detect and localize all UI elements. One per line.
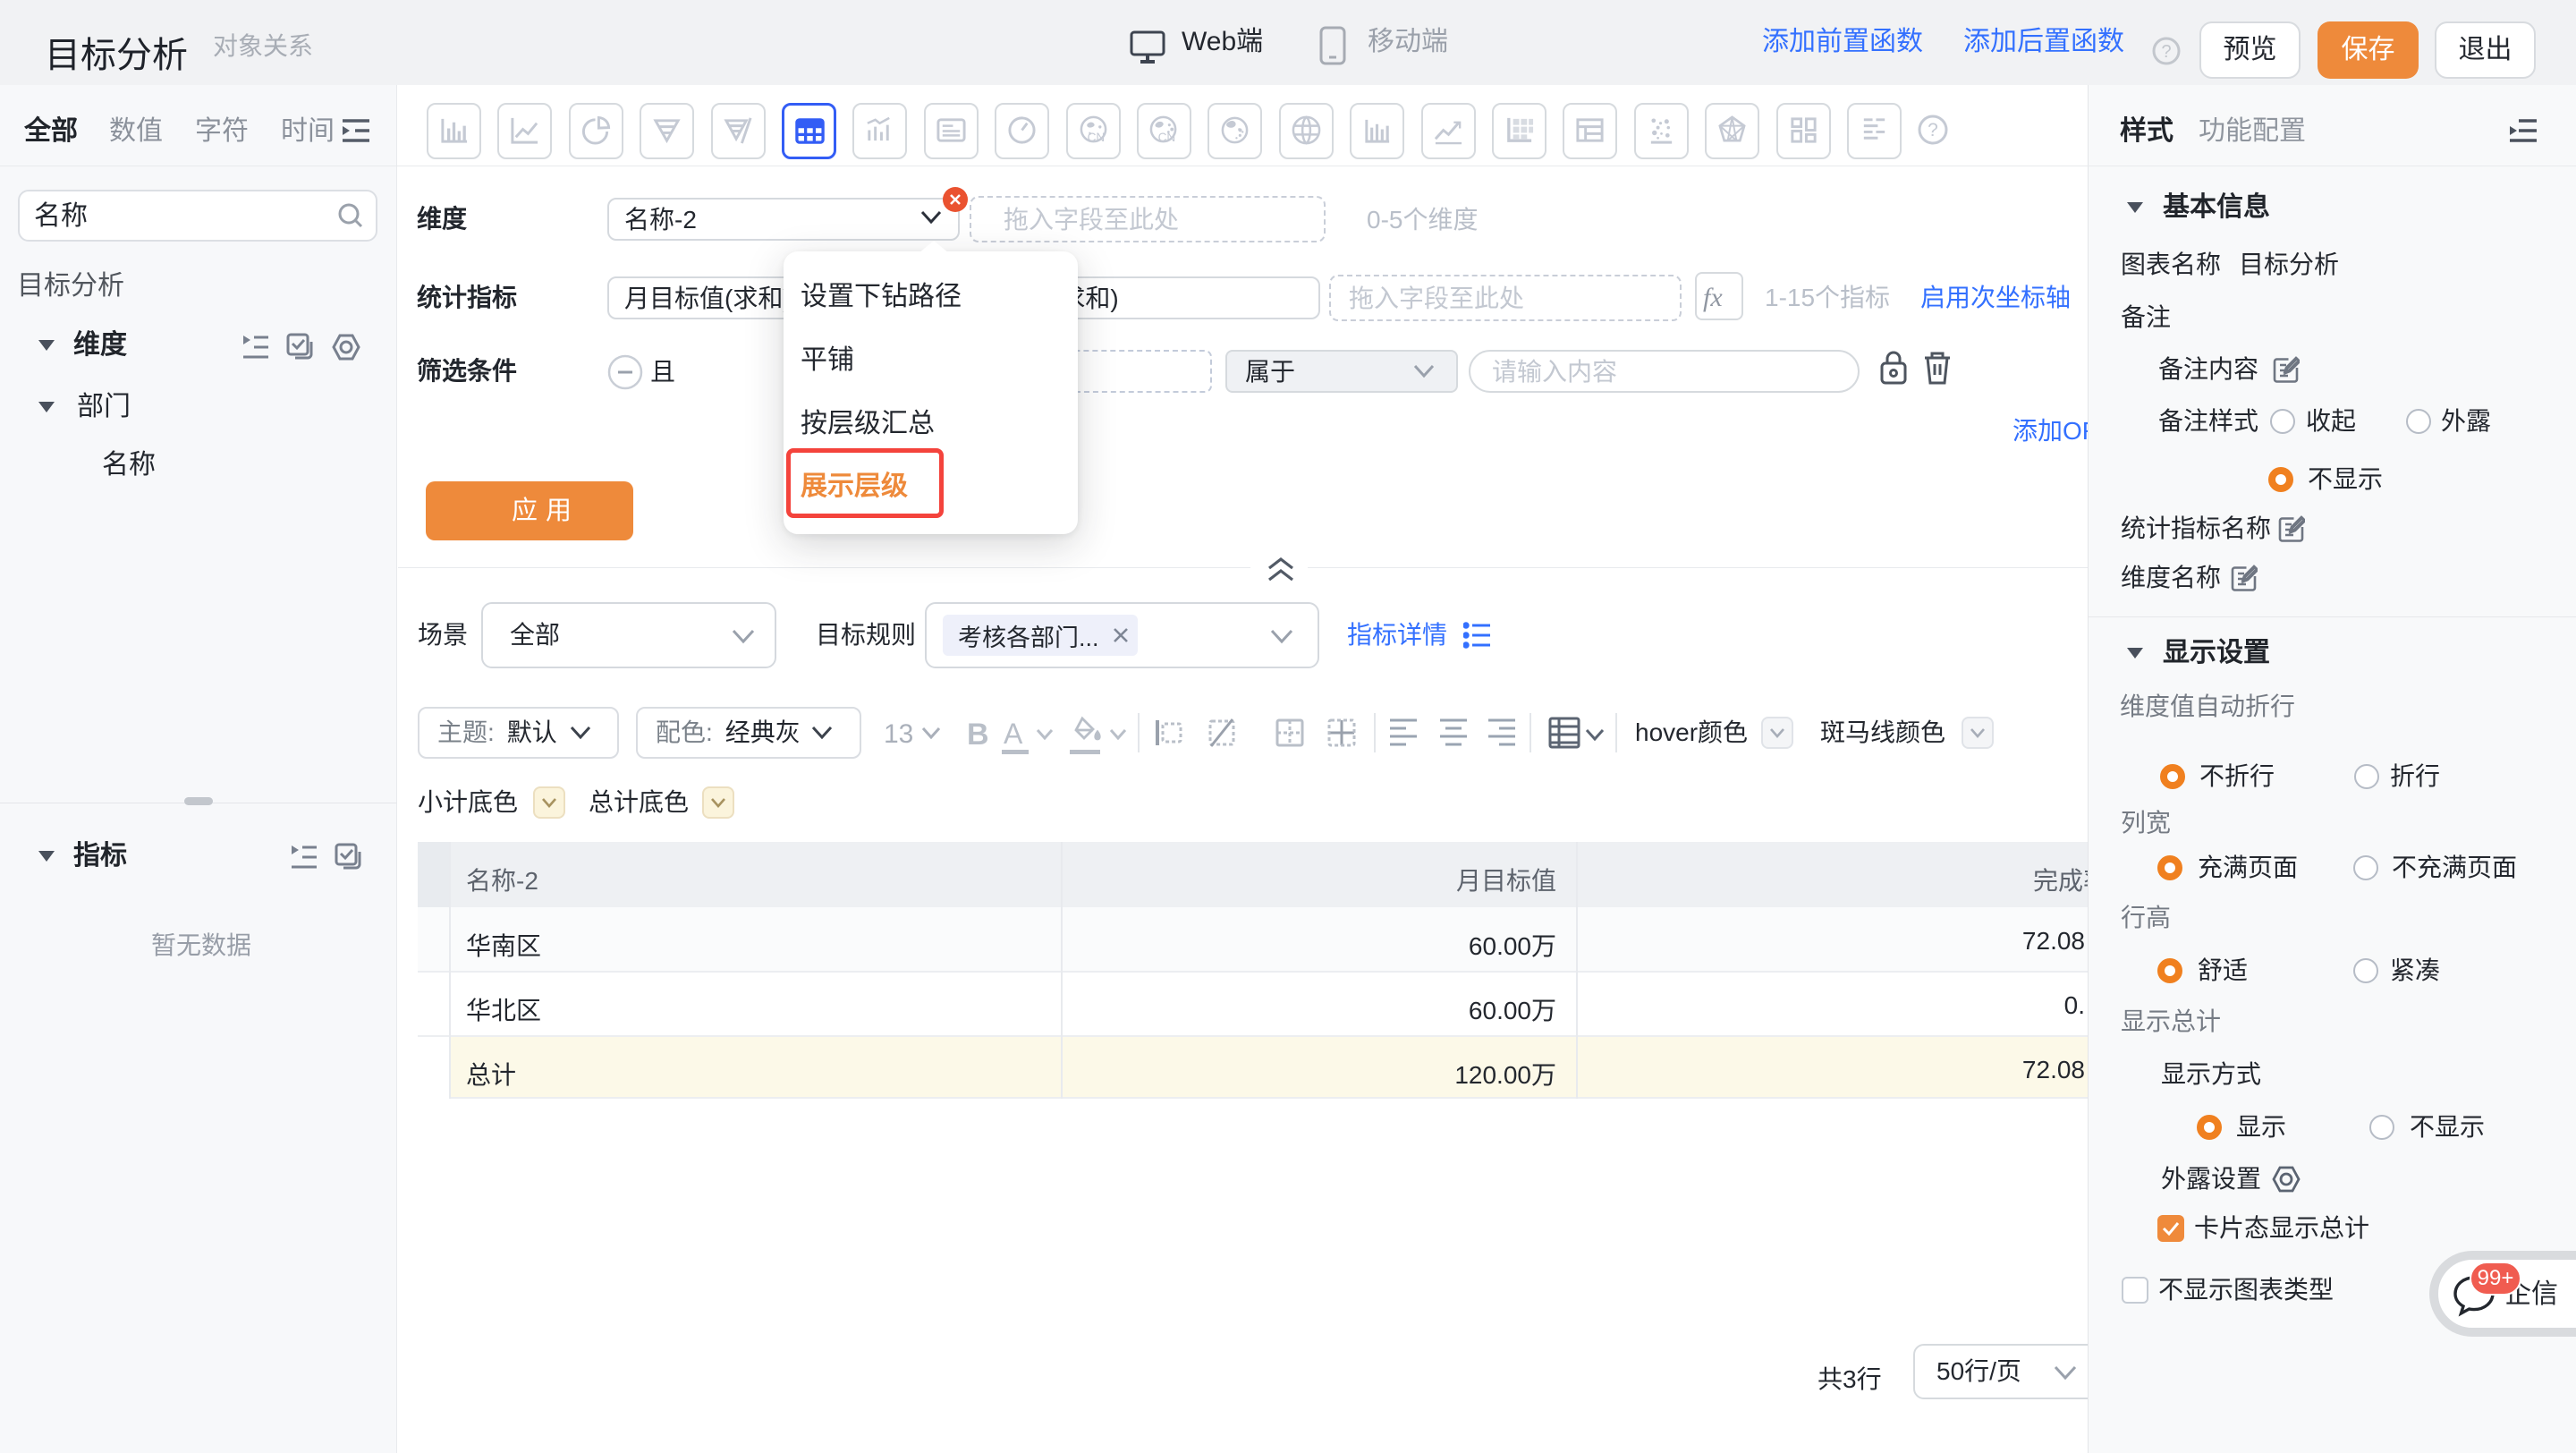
svg-text:?: ? [2161,42,2171,62]
svg-text:CN: CN [1088,131,1106,144]
svg-text:CN: CN [1158,131,1176,144]
svg-text:?: ? [1928,120,1938,140]
